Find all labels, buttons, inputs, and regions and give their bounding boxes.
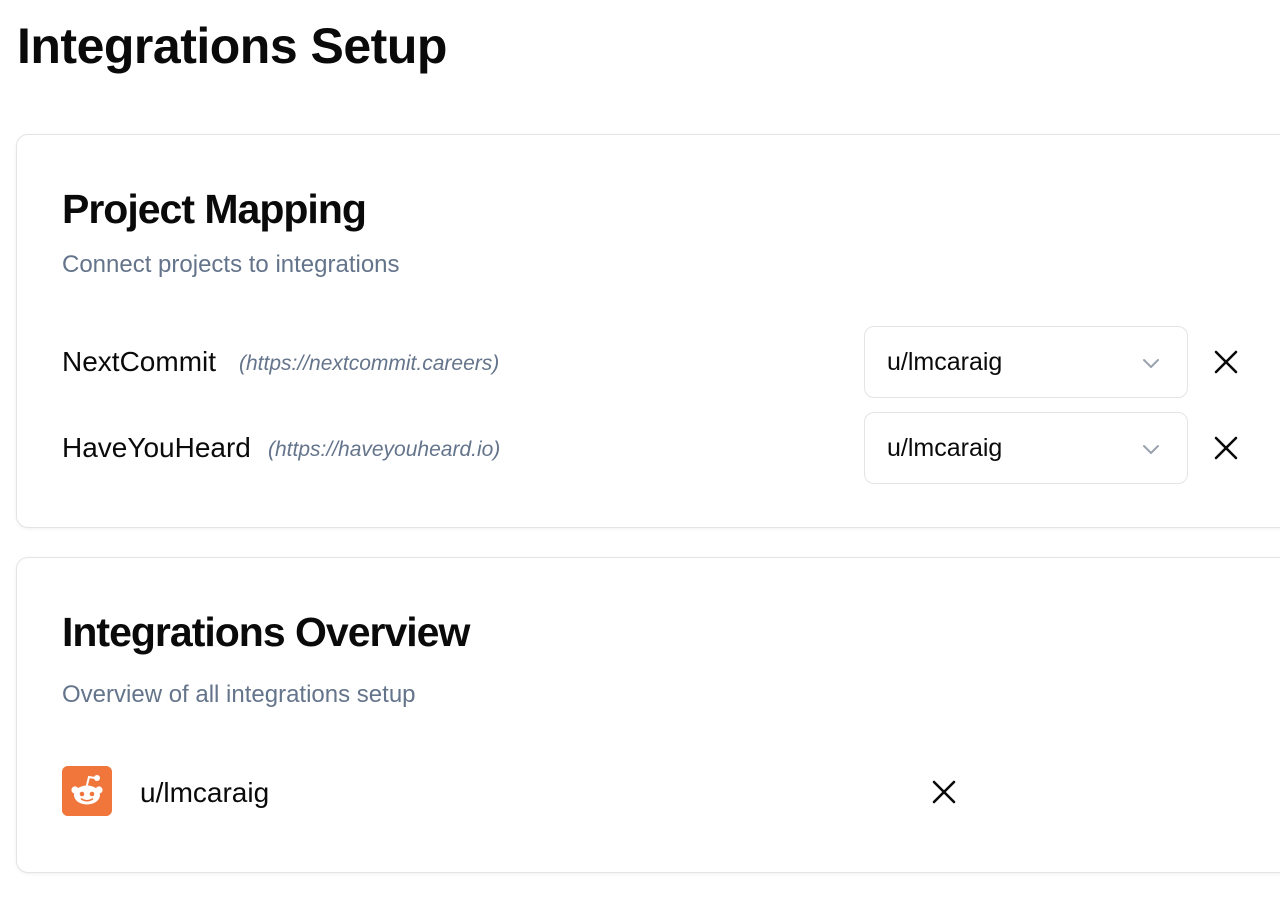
- project-mapping-card: Project Mapping Connect projects to inte…: [16, 134, 1280, 528]
- close-icon[interactable]: [1212, 434, 1240, 462]
- integration-select-value: u/lmcaraig: [887, 434, 1003, 462]
- page-title: Integrations Setup: [17, 18, 447, 74]
- integrations-overview-subtitle: Overview of all integrations setup: [62, 681, 416, 708]
- integrations-overview-card: Integrations Overview Overview of all in…: [16, 557, 1280, 873]
- project-mapping-subtitle: Connect projects to integrations: [62, 251, 400, 278]
- chevron-down-icon: [1143, 359, 1159, 368]
- integration-select[interactable]: u/lmcaraig: [864, 326, 1188, 398]
- project-url: (https://nextcommit.careers): [239, 352, 500, 375]
- close-icon[interactable]: [930, 778, 958, 806]
- project-url: (https://haveyouheard.io): [268, 438, 501, 461]
- mapping-row-nextcommit: NextCommit (https://nextcommit.careers) …: [62, 326, 1262, 398]
- integration-select[interactable]: u/lmcaraig: [864, 412, 1188, 484]
- project-mapping-title: Project Mapping: [62, 186, 367, 232]
- project-name: NextCommit: [62, 346, 217, 377]
- chevron-down-icon: [1143, 445, 1159, 454]
- close-icon[interactable]: [1212, 348, 1240, 376]
- integration-name: u/lmcaraig: [140, 777, 270, 808]
- integration-item: u/lmcaraig: [62, 766, 962, 818]
- mapping-row-haveyouheard: HaveYouHeard (https://haveyouheard.io) u…: [62, 412, 1262, 484]
- integrations-overview-title: Integrations Overview: [62, 609, 470, 655]
- integration-select-value: u/lmcaraig: [887, 348, 1003, 376]
- project-name: HaveYouHeard: [62, 432, 251, 463]
- reddit-icon: [62, 766, 112, 816]
- integrations-setup-page: Integrations Setup Project Mapping Conne…: [0, 0, 1280, 923]
